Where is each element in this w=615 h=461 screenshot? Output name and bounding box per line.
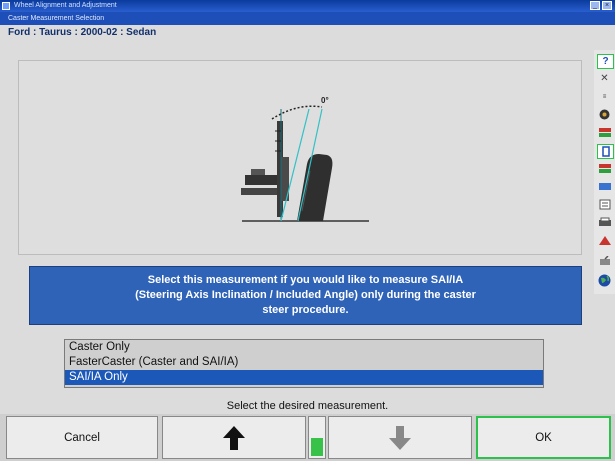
sensor-icon[interactable] — [597, 255, 612, 268]
specs-icon[interactable]: ≡ — [597, 90, 612, 103]
measure-icon[interactable] — [597, 144, 614, 159]
window-title: Wheel Alignment and Adjustment — [14, 2, 117, 9]
arrow-down-icon — [389, 425, 411, 450]
prompt-text: Select the desired measurement. — [226, 400, 389, 412]
info-line-2: (Steering Axis Inclination / Included An… — [135, 289, 476, 301]
screen-title: Caster Measurement Selection — [0, 12, 615, 25]
close-icon[interactable]: × — [602, 1, 612, 10]
level-indicator — [308, 416, 326, 459]
tools-icon[interactable]: ✕ — [597, 72, 612, 85]
list-item-caster-only[interactable]: Caster Only — [65, 340, 543, 355]
tool-sidebar: ? ✕ ≡ — [594, 50, 615, 294]
caster-icon[interactable] — [597, 234, 612, 247]
window-titlebar: Wheel Alignment and Adjustment _ × — [0, 0, 615, 12]
button-bar: Cancel OK — [0, 414, 615, 461]
readings-icon[interactable] — [597, 180, 612, 193]
move-down-button[interactable] — [328, 416, 472, 459]
move-up-button[interactable] — [162, 416, 306, 459]
print-icon[interactable] — [597, 216, 612, 229]
help-icon[interactable]: ? — [597, 54, 614, 69]
list-item-fastercaster[interactable]: FasterCaster (Caster and SAI/IA) — [65, 355, 543, 370]
list-item-sai-ia-only[interactable]: SAI/IA Only — [65, 370, 543, 385]
level-fill — [311, 437, 323, 456]
info-line-1: Select this measurement if you would lik… — [147, 274, 464, 286]
wheel-icon[interactable] — [597, 108, 612, 121]
report-icon[interactable] — [597, 198, 612, 211]
minimize-icon[interactable]: _ — [590, 1, 600, 10]
ok-button[interactable]: OK — [476, 416, 611, 459]
vehicle-label: Ford : Taurus : 2000-02 : Sedan — [8, 27, 157, 38]
cancel-label: Cancel — [64, 431, 100, 444]
app-icon — [2, 2, 10, 10]
angle-label: 0° — [321, 96, 329, 105]
caster-diagram: 0° — [18, 60, 582, 255]
info-line-3: steer procedure. — [262, 304, 349, 316]
measurement-list[interactable]: Caster Only FasterCaster (Caster and SAI… — [64, 339, 544, 388]
arrow-up-icon — [223, 425, 245, 450]
vehicle-icon[interactable] — [597, 126, 612, 139]
info-panel: Select this measurement if you would lik… — [29, 266, 582, 325]
ok-label: OK — [535, 431, 552, 444]
globe-icon[interactable] — [597, 274, 612, 287]
cancel-button[interactable]: Cancel — [6, 416, 158, 459]
adjust-icon[interactable] — [597, 162, 612, 175]
